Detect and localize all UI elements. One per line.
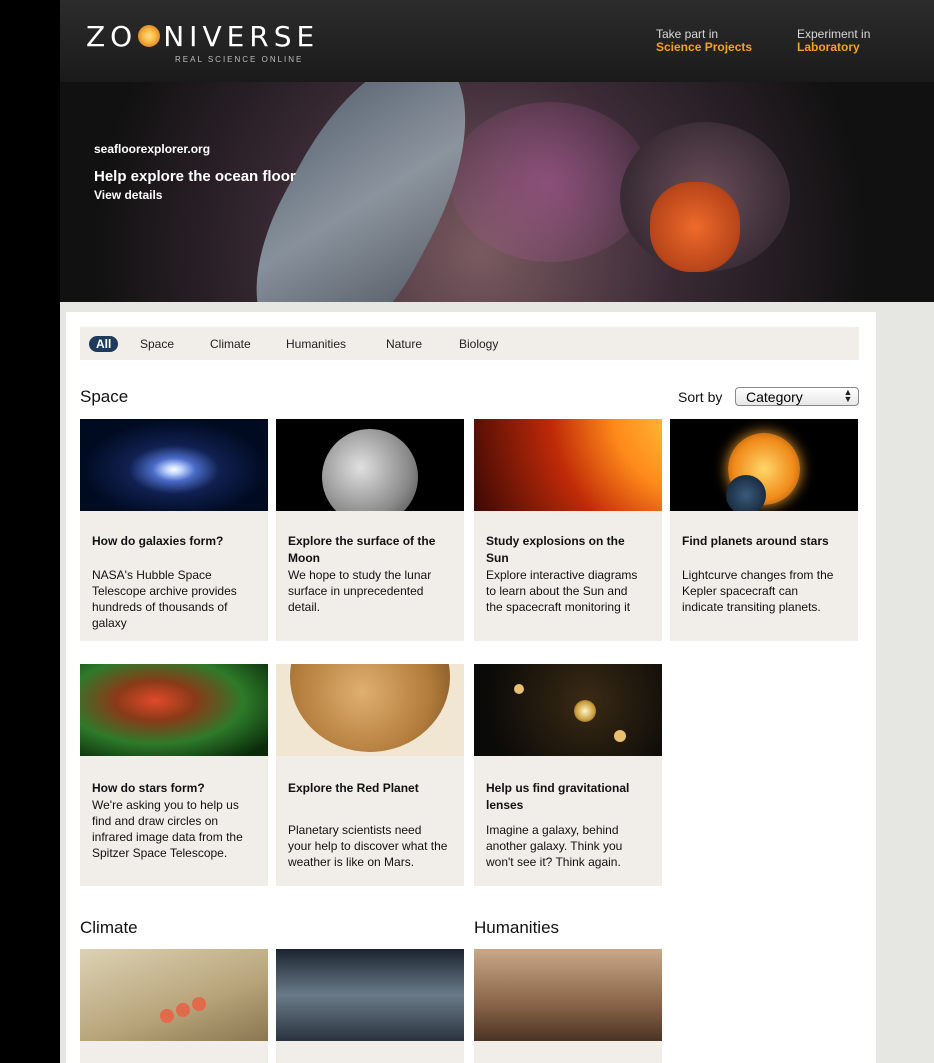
select-arrows-icon: ▲ ▼	[843, 387, 853, 404]
card-description: Planetary scientists need your help to d…	[288, 823, 448, 869]
laboratory-link[interactable]: Experiment in Laboratory	[797, 28, 870, 54]
left-black-edge	[0, 0, 60, 1063]
section-heading-space: Space	[80, 387, 129, 406]
cyclone-thumbnail[interactable]	[276, 949, 464, 1041]
ancient-lives-thumbnail[interactable]	[474, 949, 662, 1041]
galaxy-thumbnail[interactable]	[80, 419, 268, 511]
logo-tagline: REAL SCIENCE ONLINE	[175, 55, 304, 64]
filter-biology[interactable]: Biology	[459, 337, 498, 351]
card-title[interactable]: Explore the Red Planet	[288, 780, 448, 797]
card-description: Explore interactive diagrams to learn ab…	[486, 568, 638, 614]
featured-project-title[interactable]: Help explore the ocean floor	[94, 168, 296, 185]
featured-project-caption: seafloorexplorer.org Help explore the oc…	[94, 142, 296, 202]
section-heading-climate: Climate	[80, 918, 138, 937]
card-title[interactable]: Help us find gravitational lenses	[486, 780, 646, 814]
card-description: We're asking you to help us find and dra…	[92, 798, 243, 860]
project-card[interactable]	[276, 1041, 464, 1063]
card-title[interactable]: Study explosions on the Sun	[486, 533, 646, 567]
card-title[interactable]: Find planets around stars	[682, 533, 842, 550]
logo-sun-icon	[138, 25, 161, 47]
section-heading-humanities: Humanities	[474, 918, 560, 937]
science-projects-link[interactable]: Take part in Science Projects	[656, 28, 752, 54]
project-card[interactable]	[80, 1041, 268, 1063]
sun-thumbnail[interactable]	[474, 419, 662, 511]
planet-thumbnail[interactable]	[670, 419, 858, 511]
card-description: NASA's Hubble Space Telescope archive pr…	[92, 568, 237, 630]
card-title[interactable]: Explore the surface of the Moon	[288, 533, 448, 567]
star-formation-thumbnail[interactable]	[80, 664, 268, 756]
filter-all[interactable]: All	[89, 336, 119, 352]
card-description: Lightcurve changes from the Kepler space…	[682, 568, 834, 614]
old-weather-thumbnail[interactable]	[80, 949, 268, 1041]
featured-project-url: seafloorexplorer.org	[94, 142, 211, 156]
moon-thumbnail[interactable]	[276, 419, 464, 511]
card-title[interactable]: How do galaxies form?	[92, 533, 252, 550]
sort-by-label: Sort by	[678, 389, 723, 405]
sort-select[interactable]: Category ▲ ▼	[735, 387, 859, 406]
zooniverse-logo[interactable]: ZO NIVERSE	[86, 20, 319, 53]
project-card[interactable]	[474, 1041, 662, 1063]
card-description: We hope to study the lunar surface in un…	[288, 568, 432, 614]
filter-climate[interactable]: Climate	[210, 337, 251, 351]
card-description: Imagine a galaxy, behind another galaxy.…	[486, 823, 623, 869]
mars-thumbnail[interactable]	[276, 664, 464, 756]
filter-nature[interactable]: Nature	[386, 337, 422, 351]
filter-humanities[interactable]: Humanities	[286, 337, 346, 351]
lens-thumbnail[interactable]	[474, 664, 662, 756]
filter-space[interactable]: Space	[140, 337, 174, 351]
card-title[interactable]: How do stars form?	[92, 780, 252, 797]
view-details-link[interactable]: View details	[94, 188, 296, 202]
